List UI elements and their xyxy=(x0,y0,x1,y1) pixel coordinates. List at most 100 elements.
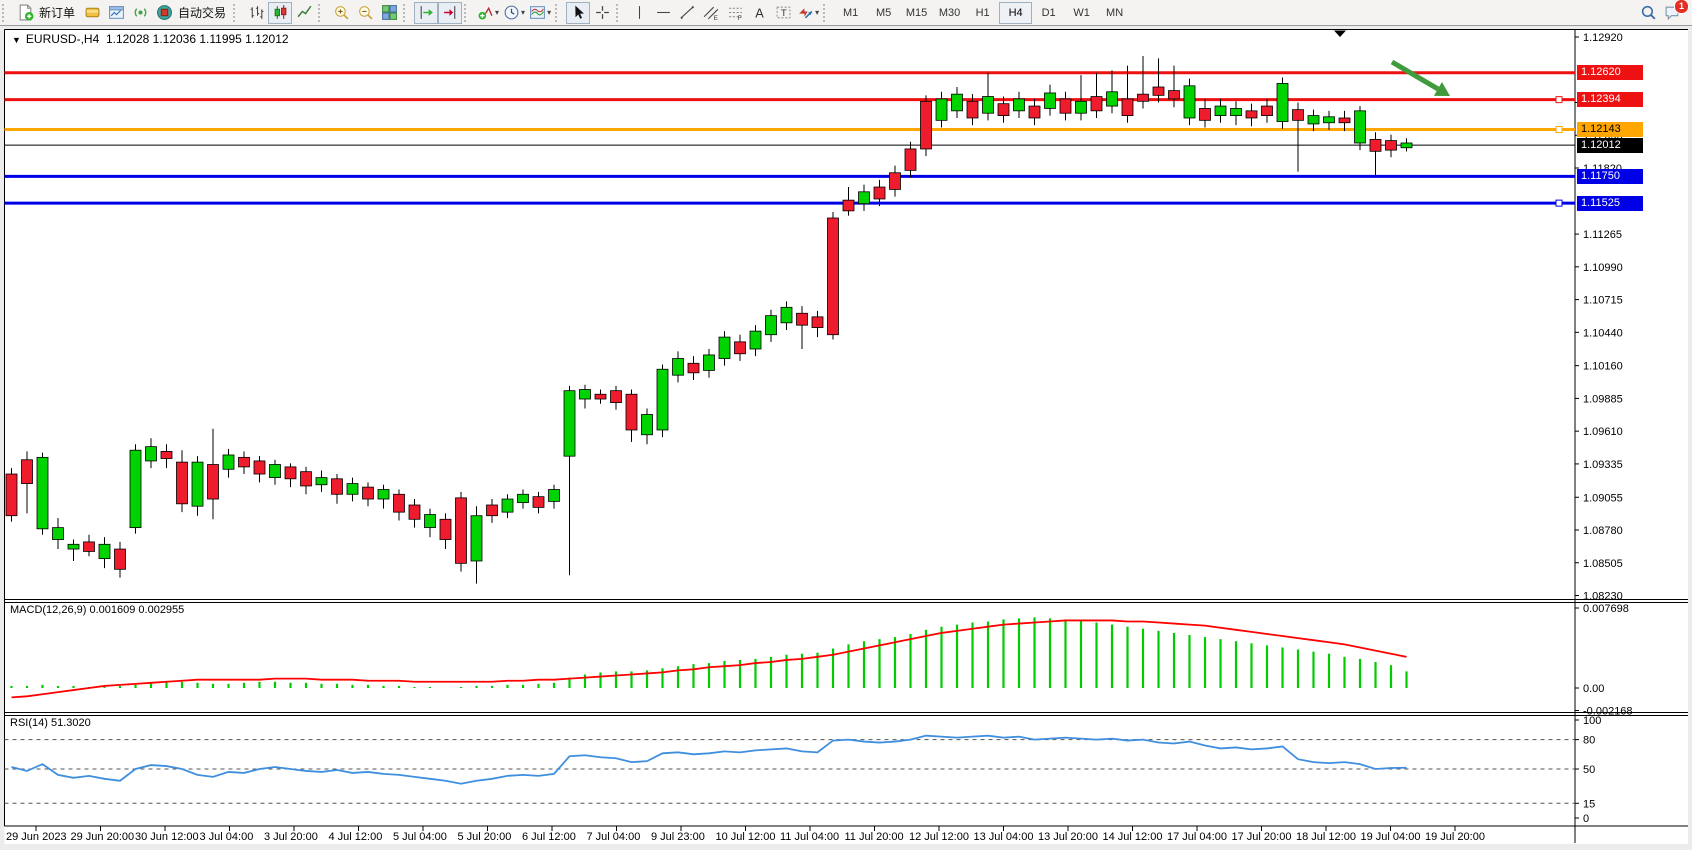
svg-text:19 Jul 04:00: 19 Jul 04:00 xyxy=(1361,831,1421,843)
svg-text:17 Jul 20:00: 17 Jul 20:00 xyxy=(1232,831,1292,843)
line-chart-button[interactable] xyxy=(292,2,316,24)
templates-button[interactable]: ▾ xyxy=(527,2,553,24)
svg-text:3 Jul 20:00: 3 Jul 20:00 xyxy=(264,831,318,843)
timeframe-button-M1[interactable]: M1 xyxy=(834,2,867,24)
svg-text:1.09610: 1.09610 xyxy=(1583,426,1623,438)
svg-text:1.10715: 1.10715 xyxy=(1583,295,1623,307)
cursor-button[interactable] xyxy=(566,2,590,24)
candlestick-chart-button[interactable] xyxy=(268,2,292,24)
zoom-out-button[interactable] xyxy=(353,2,377,24)
svg-text:15: 15 xyxy=(1583,798,1595,810)
toolbar-grip xyxy=(233,4,242,22)
chat-button[interactable]: 1 xyxy=(1660,2,1684,24)
new-order-icon xyxy=(17,4,34,21)
trendline-button[interactable] xyxy=(675,2,699,24)
chevron-down-icon: ▾ xyxy=(547,8,551,17)
equidistant-channel-button[interactable]: E xyxy=(699,2,723,24)
svg-text:7 Jul 04:00: 7 Jul 04:00 xyxy=(587,831,641,843)
line-chart-icon xyxy=(296,4,313,21)
svg-text:9 Jul 23:00: 9 Jul 23:00 xyxy=(651,831,705,843)
vertical-line-button[interactable] xyxy=(627,2,651,24)
svg-text:50: 50 xyxy=(1583,764,1595,776)
timeframe-button-M30[interactable]: M30 xyxy=(933,2,966,24)
mt4-window: 1.129201.123701.120951.118201.112651.109… xyxy=(0,0,1692,850)
toolbar-grip xyxy=(555,4,564,22)
svg-text:0: 0 xyxy=(1583,813,1589,825)
timeframe-button-D1[interactable]: D1 xyxy=(1032,2,1065,24)
arrows-button[interactable]: ▾ xyxy=(795,2,821,24)
horizontal-line-icon xyxy=(655,4,672,21)
market-depth-icon xyxy=(84,4,101,21)
zoom-in-button[interactable] xyxy=(329,2,353,24)
fibonacci-button[interactable]: F xyxy=(723,2,747,24)
timeframe-button-W1[interactable]: W1 xyxy=(1065,2,1098,24)
text-label-icon: T xyxy=(775,4,792,21)
chart-window-button[interactable] xyxy=(104,2,128,24)
svg-text:1.12370: 1.12370 xyxy=(1583,97,1623,109)
svg-text:11 Jul 20:00: 11 Jul 20:00 xyxy=(845,831,904,843)
svg-text:6 Jul 12:00: 6 Jul 12:00 xyxy=(522,831,576,843)
bar-chart-button[interactable] xyxy=(244,2,268,24)
chart-shift-button[interactable] xyxy=(438,2,462,24)
crosshair-button[interactable] xyxy=(590,2,614,24)
svg-text:19 Jul 20:00: 19 Jul 20:00 xyxy=(1425,831,1485,843)
auto-scroll-icon xyxy=(418,4,435,21)
svg-text:F: F xyxy=(737,15,741,21)
chevron-down-icon: ▾ xyxy=(495,8,499,17)
timeframe-button-H4[interactable]: H4 xyxy=(999,2,1032,24)
svg-text:18 Jul 12:00: 18 Jul 12:00 xyxy=(1296,831,1356,843)
toolbar-grip xyxy=(616,4,625,22)
new-order-label[interactable]: 新订单 xyxy=(37,4,80,21)
timeframe-button-M5[interactable]: M5 xyxy=(867,2,900,24)
signals-button[interactable] xyxy=(128,2,152,24)
chart-canvas: 1.129201.123701.120951.118201.112651.109… xyxy=(0,0,1692,850)
svg-text:30 Jun 12:00: 30 Jun 12:00 xyxy=(135,831,199,843)
bottom-strip xyxy=(0,844,1692,850)
text-label-button[interactable]: T xyxy=(771,2,795,24)
hline-handle[interactable] xyxy=(1556,200,1562,206)
tile-windows-icon xyxy=(381,4,398,21)
indicators-icon xyxy=(477,4,494,21)
new-order-button[interactable] xyxy=(13,2,37,24)
chart-window-icon xyxy=(108,4,125,21)
toolbar-grip xyxy=(464,4,473,22)
main-toolbar: 新订单 自动交易 ▾ ▾ ▾ E F A T ▾ M1M5M15M30H1H4D xyxy=(0,0,1692,26)
horizontal-line-button[interactable] xyxy=(651,2,675,24)
chart-shift-icon xyxy=(442,4,459,21)
chevron-down-icon: ▾ xyxy=(815,8,819,17)
auto-scroll-button[interactable] xyxy=(414,2,438,24)
tile-windows-button[interactable] xyxy=(377,2,401,24)
svg-text:1.11820: 1.11820 xyxy=(1583,163,1622,175)
timeframe-button-H1[interactable]: H1 xyxy=(966,2,999,24)
chat-badge: 1 xyxy=(1674,0,1689,14)
svg-text:1.08230: 1.08230 xyxy=(1583,591,1623,603)
timeframe-button-MN[interactable]: MN xyxy=(1098,2,1131,24)
svg-text:29 Jun 2023: 29 Jun 2023 xyxy=(6,831,67,843)
crosshair-icon xyxy=(594,4,611,21)
market-depth-button[interactable] xyxy=(80,2,104,24)
svg-text:13 Jul 04:00: 13 Jul 04:00 xyxy=(974,831,1034,843)
hline-handle[interactable] xyxy=(1556,127,1562,133)
indicators-button[interactable]: ▾ xyxy=(475,2,501,24)
svg-text:12 Jul 12:00: 12 Jul 12:00 xyxy=(909,831,969,843)
svg-text:4 Jul 12:00: 4 Jul 12:00 xyxy=(329,831,383,843)
svg-text:1.11265: 1.11265 xyxy=(1583,229,1622,241)
text-button[interactable]: A xyxy=(747,2,771,24)
zoom-out-icon xyxy=(357,4,374,21)
auto-trading-button[interactable] xyxy=(152,2,176,24)
search-button[interactable] xyxy=(1636,2,1660,24)
svg-text:14 Jul 12:00: 14 Jul 12:00 xyxy=(1103,831,1163,843)
svg-text:A: A xyxy=(755,5,764,20)
svg-text:1.09335: 1.09335 xyxy=(1583,459,1623,471)
svg-text:1.10440: 1.10440 xyxy=(1583,327,1623,339)
vertical-line-icon xyxy=(631,4,648,21)
toolbar-grip xyxy=(823,4,832,22)
chart-background xyxy=(5,30,1689,845)
trendline-icon xyxy=(679,4,696,21)
auto-trading-label[interactable]: 自动交易 xyxy=(176,4,231,21)
timeframe-button-M15[interactable]: M15 xyxy=(900,2,933,24)
periods-button[interactable]: ▾ xyxy=(501,2,527,24)
search-icon xyxy=(1640,4,1657,21)
hline-handle[interactable] xyxy=(1556,97,1562,103)
svg-text:80: 80 xyxy=(1583,735,1595,747)
